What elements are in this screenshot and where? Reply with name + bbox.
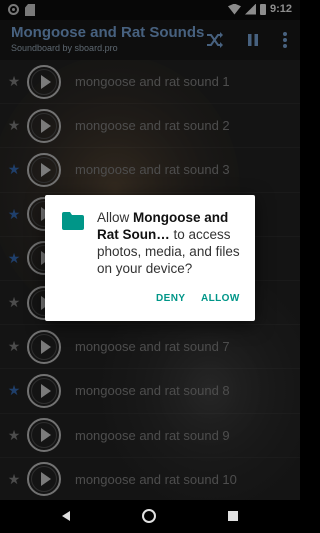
navigation-bar bbox=[0, 500, 300, 533]
folder-icon bbox=[62, 212, 84, 230]
recents-icon[interactable] bbox=[228, 511, 238, 521]
deny-button[interactable]: DENY bbox=[156, 293, 185, 304]
back-icon[interactable] bbox=[62, 511, 70, 521]
home-icon[interactable] bbox=[142, 509, 156, 523]
allow-button[interactable]: ALLOW bbox=[201, 293, 240, 304]
app-screen: 9:12 Mongoose and Rat Sounds Soundboard … bbox=[0, 0, 300, 533]
permission-dialog: Allow Mongoose and Rat Soun… to access p… bbox=[45, 195, 255, 321]
dialog-message: Allow Mongoose and Rat Soun… to access p… bbox=[97, 210, 240, 276]
